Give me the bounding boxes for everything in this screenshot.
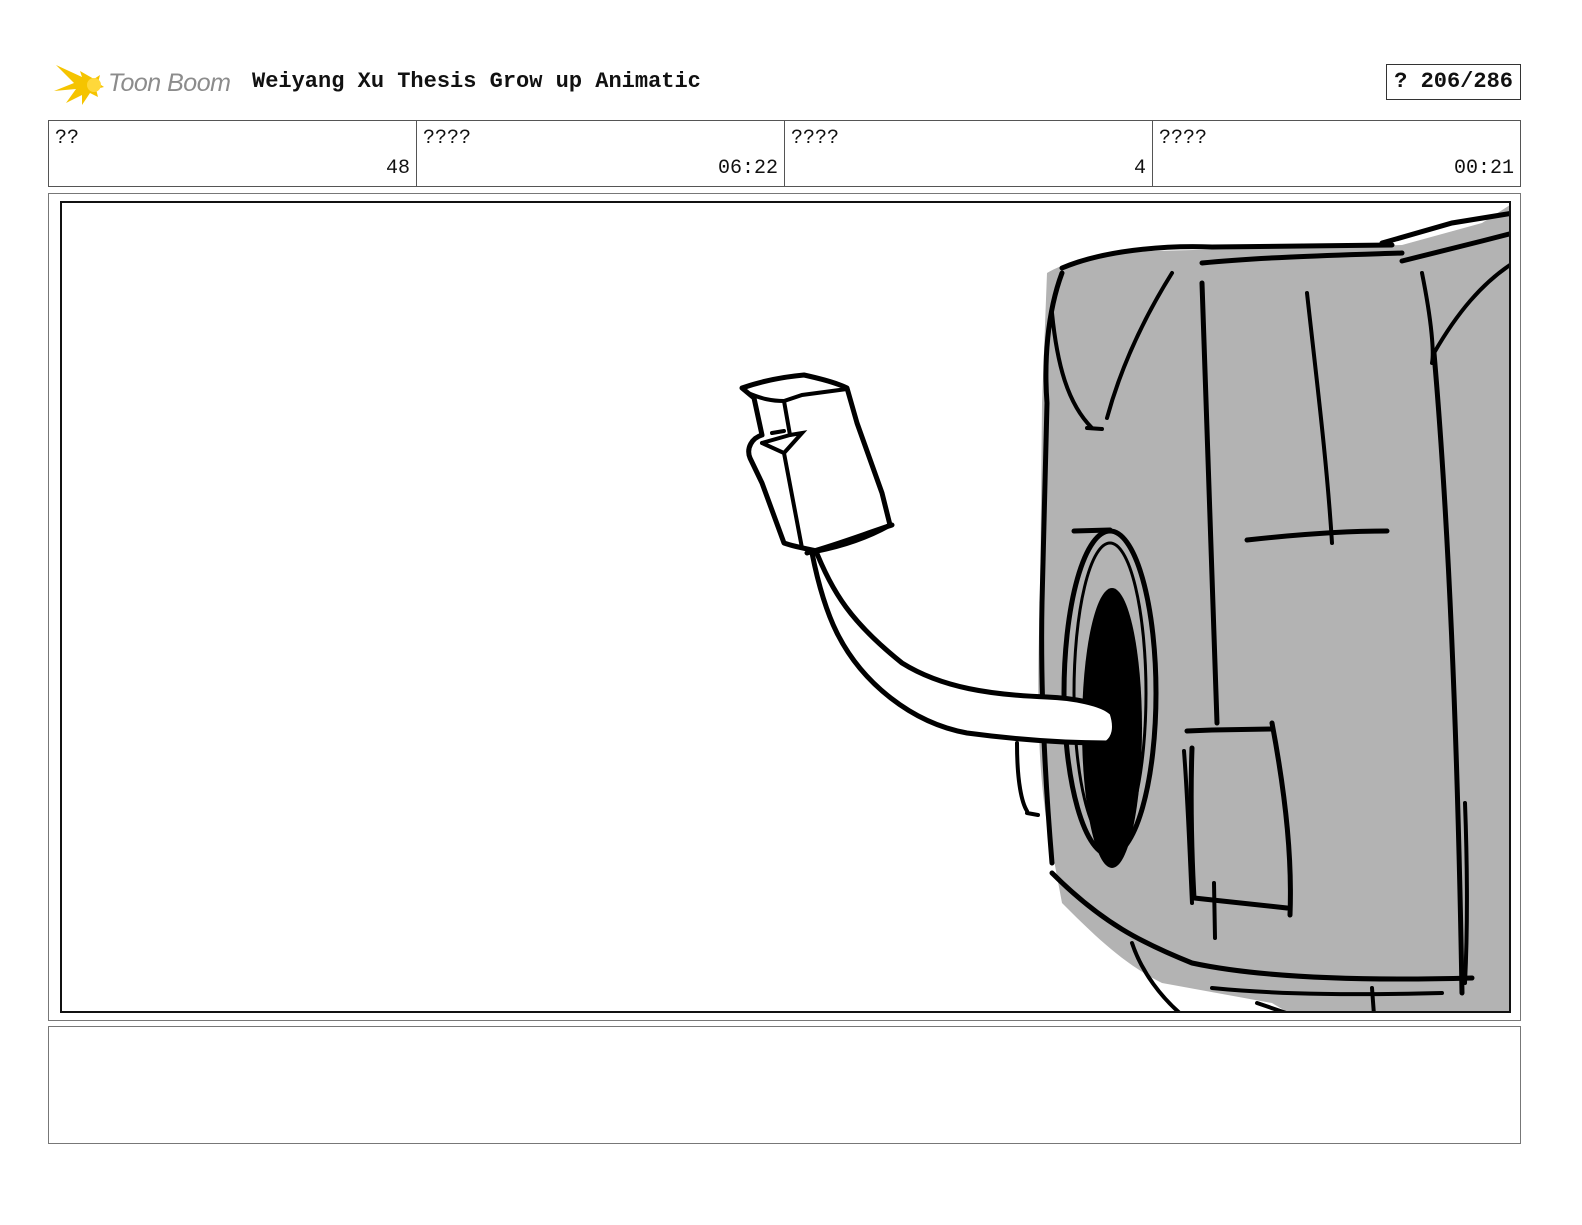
page-header: Toon Boom Weiyang Xu Thesis Grow up Anim… — [48, 55, 1521, 107]
boxer-sketch-illustration — [739, 205, 1509, 1011]
info-value: 48 — [385, 157, 410, 180]
document-title: Weiyang Xu Thesis Grow up Animatic — [252, 69, 701, 94]
info-label: ???? — [1159, 127, 1208, 150]
info-cell-duration: ???? 00:21 — [1153, 121, 1520, 186]
logo-text: Toon Boom — [108, 69, 231, 97]
info-bar: ?? 48 ???? 06:22 ???? 4 ???? 00:21 — [48, 120, 1521, 187]
info-value: 06:22 — [717, 157, 778, 180]
info-value: 4 — [1133, 157, 1146, 180]
toon-boom-logo: Toon Boom — [52, 57, 242, 109]
info-cell-frames: ???? 4 — [785, 121, 1153, 186]
info-label: ???? — [423, 127, 472, 150]
panel-frame — [60, 201, 1511, 1013]
storyboard-panel — [48, 193, 1521, 1021]
info-cell-panel: ?? 48 — [49, 121, 417, 186]
info-value: 00:21 — [1453, 157, 1514, 180]
info-cell-timecode: ???? 06:22 — [417, 121, 785, 186]
dialogue-notes-box — [48, 1026, 1521, 1144]
page-counter: ? 206/286 — [1386, 64, 1521, 100]
info-label: ???? — [791, 127, 840, 150]
starburst-icon — [54, 65, 104, 105]
info-label: ?? — [55, 127, 80, 150]
